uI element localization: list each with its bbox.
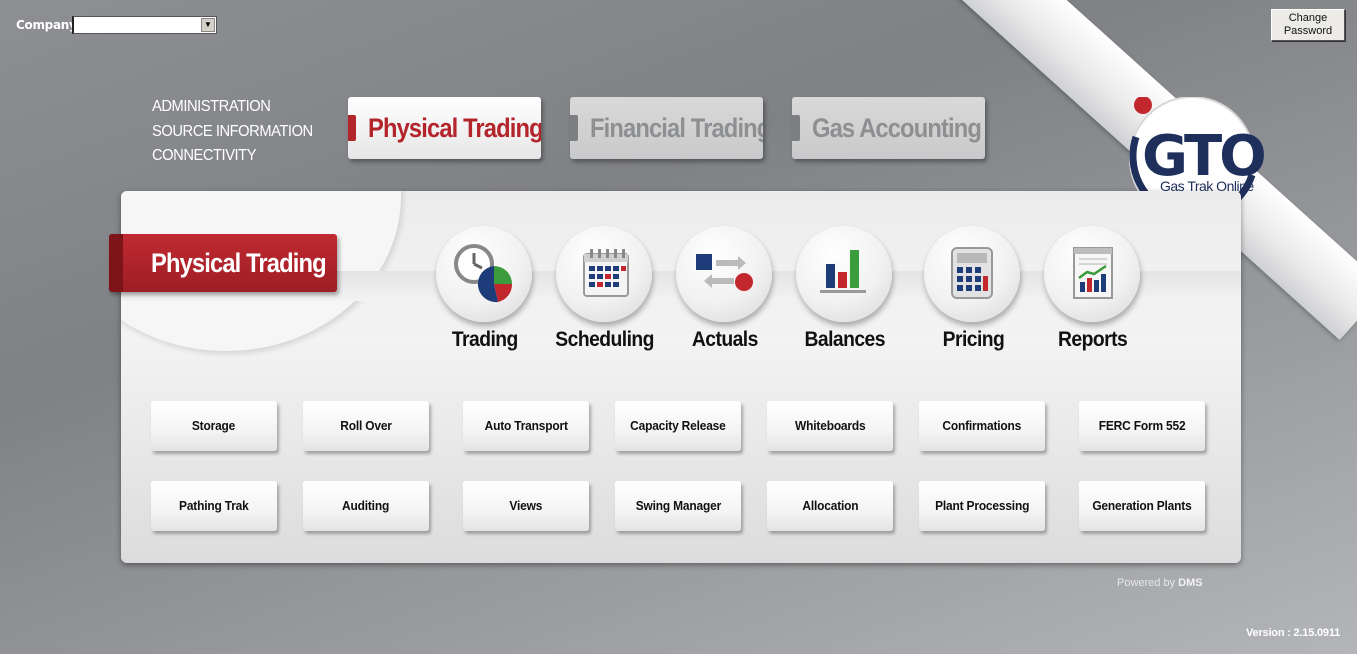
module-label: Balances bbox=[804, 328, 886, 351]
chevron-down-icon[interactable]: ▼ bbox=[201, 18, 215, 32]
module-icon-circle bbox=[676, 226, 772, 322]
admin-links: ADMINISTRATION SOURCE INFORMATION CONNEC… bbox=[152, 95, 327, 169]
auditing-button[interactable]: Auditing bbox=[303, 481, 429, 531]
powered-by-brand: DMS bbox=[1178, 577, 1203, 589]
tab-label: Gas Accounting bbox=[812, 113, 982, 143]
confirmations-button[interactable]: Confirmations bbox=[919, 401, 1045, 451]
tab-label: Physical Trading bbox=[368, 113, 541, 143]
tab-financial-trading[interactable]: Financial Trading bbox=[570, 97, 763, 159]
module-label: Trading bbox=[452, 328, 518, 351]
calendar-icon bbox=[583, 249, 629, 297]
module-icon-circle bbox=[924, 226, 1020, 322]
whiteboards-button[interactable]: Whiteboards bbox=[767, 401, 893, 451]
module-icon-circle bbox=[1044, 226, 1140, 322]
tab-marker bbox=[570, 115, 578, 141]
transfer-icon bbox=[696, 254, 753, 291]
bar-chart-icon bbox=[820, 250, 866, 293]
powered-by-text: Powered by bbox=[1117, 577, 1176, 589]
version-label: Version : 2.15.0911 bbox=[1246, 627, 1341, 639]
tab-label: Financial Trading bbox=[590, 113, 763, 143]
ferc-form-552-button[interactable]: FERC Form 552 bbox=[1079, 401, 1205, 451]
module-icon-circle bbox=[796, 226, 892, 322]
tab-marker bbox=[792, 115, 800, 141]
module-pricing[interactable]: Pricing bbox=[911, 226, 1031, 361]
module-label: Reports bbox=[1058, 328, 1128, 351]
storage-button[interactable]: Storage bbox=[151, 401, 277, 451]
section-title: Physical Trading bbox=[109, 234, 337, 292]
report-icon bbox=[1073, 247, 1113, 299]
plant-processing-button[interactable]: Plant Processing bbox=[919, 481, 1045, 531]
generation-plants-button[interactable]: Generation Plants bbox=[1079, 481, 1205, 531]
company-select[interactable]: ▼ bbox=[72, 16, 217, 34]
link-source-information[interactable]: SOURCE INFORMATION bbox=[152, 120, 313, 145]
module-scheduling[interactable]: Scheduling bbox=[543, 226, 663, 361]
section-title-text: Physical Trading bbox=[151, 248, 327, 278]
views-button[interactable]: Views bbox=[463, 481, 589, 531]
tab-marker bbox=[348, 115, 356, 141]
link-administration[interactable]: ADMINISTRATION bbox=[152, 95, 313, 120]
allocation-button[interactable]: Allocation bbox=[767, 481, 893, 531]
module-label: Scheduling bbox=[555, 328, 655, 351]
clock-pie-icon bbox=[454, 244, 513, 303]
module-trading[interactable]: Trading bbox=[423, 226, 543, 361]
company-label: Company bbox=[16, 18, 77, 32]
swing-manager-button[interactable]: Swing Manager bbox=[615, 481, 741, 531]
auto-transport-button[interactable]: Auto Transport bbox=[463, 401, 589, 451]
module-reports[interactable]: Reports bbox=[1031, 226, 1151, 361]
module-icon-circle bbox=[556, 226, 652, 322]
powered-by: Powered by DMS bbox=[1117, 577, 1203, 589]
tab-gas-accounting[interactable]: Gas Accounting bbox=[792, 97, 985, 159]
change-password-button[interactable]: Change Password bbox=[1271, 9, 1345, 41]
tab-physical-trading[interactable]: Physical Trading bbox=[348, 97, 541, 159]
link-connectivity[interactable]: CONNECTIVITY bbox=[152, 144, 313, 169]
module-actuals[interactable]: Actuals bbox=[663, 226, 783, 361]
module-balances[interactable]: Balances bbox=[783, 226, 903, 361]
capacity-release-button[interactable]: Capacity Release bbox=[615, 401, 741, 451]
module-icon-circle bbox=[436, 226, 532, 322]
module-label: Actuals bbox=[692, 328, 758, 351]
module-label: Pricing bbox=[942, 328, 1004, 351]
roll-over-button[interactable]: Roll Over bbox=[303, 401, 429, 451]
section-title-cap bbox=[109, 234, 123, 292]
calculator-icon bbox=[951, 247, 993, 299]
pathing-trak-button[interactable]: Pathing Trak bbox=[151, 481, 277, 531]
